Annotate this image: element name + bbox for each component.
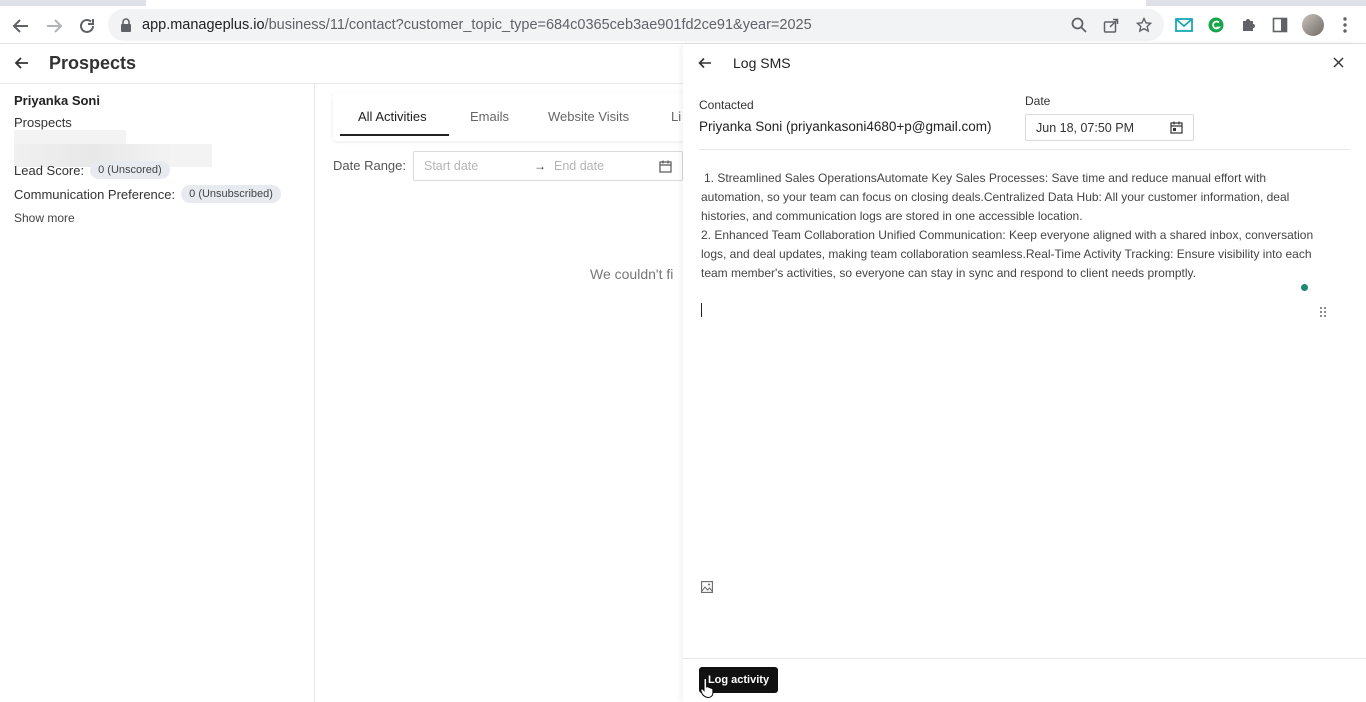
back-arrow-icon — [698, 57, 711, 69]
reload-icon — [80, 18, 94, 33]
text-caret — [701, 303, 702, 317]
browser-forward-button[interactable] — [43, 15, 65, 37]
contact-stage: Prospects — [14, 115, 72, 130]
forward-arrow-icon — [47, 19, 63, 33]
redacted-field — [14, 130, 126, 144]
activities-panel: All Activities Emails Website Visits Li … — [316, 84, 693, 702]
kebab-menu-icon[interactable] — [1336, 16, 1354, 34]
contacted-label: Contacted — [699, 98, 754, 112]
comm-pref-badge: 0 (Unsubscribed) — [181, 185, 281, 203]
close-button[interactable] — [1333, 57, 1344, 68]
range-arrow: → — [534, 159, 546, 173]
drag-handle-icon[interactable] — [1319, 306, 1327, 318]
avatar[interactable] — [1302, 14, 1324, 36]
share-icon[interactable] — [1102, 16, 1120, 34]
divider — [683, 658, 1366, 659]
date-range-picker[interactable]: Start date → End date — [413, 151, 683, 181]
status-dot — [1301, 284, 1308, 291]
image-icon[interactable] — [701, 581, 713, 593]
address-url: app.manageplus.io/business/11/contact?cu… — [142, 17, 812, 33]
tab-emails[interactable]: Emails — [470, 109, 509, 124]
address-bar[interactable]: app.manageplus.io/business/11/contact?cu… — [108, 9, 1164, 41]
sidepanel-icon[interactable] — [1271, 16, 1289, 34]
contact-name: Priyanka Soni — [14, 93, 100, 108]
lock-icon — [120, 18, 132, 32]
contact-panel: Priyanka Soni Prospects Lead Score: 0 (U… — [0, 84, 315, 702]
lead-score-badge: 0 (Unscored) — [90, 161, 170, 179]
hand-cursor-icon — [700, 678, 714, 698]
browser-toolbar: app.manageplus.io/business/11/contact?cu… — [0, 6, 1366, 44]
browser-back-button[interactable] — [10, 15, 32, 37]
page-back-button[interactable] — [14, 55, 30, 71]
page-header: Prospects — [0, 44, 683, 84]
date-value: Jun 18, 07:50 PM — [1036, 121, 1134, 135]
comm-pref-label: Communication Preference: — [14, 186, 176, 202]
divider — [699, 149, 1350, 150]
puzzle-icon[interactable] — [1239, 16, 1257, 34]
back-arrow-icon — [12, 19, 28, 33]
start-date-input[interactable]: Start date — [424, 159, 478, 173]
drawer-header: Log SMS — [683, 44, 1366, 84]
zoom-icon[interactable] — [1070, 16, 1088, 34]
end-date-input[interactable]: End date — [554, 159, 604, 173]
date-label: Date — [1025, 94, 1051, 108]
grammarly-icon[interactable] — [1207, 16, 1225, 34]
activity-tabs: All Activities Emails Website Visits Li — [333, 93, 693, 141]
page-title: Prospects — [49, 53, 137, 73]
log-sms-drawer: Log SMS Contacted Priyanka Soni (priyank… — [683, 44, 1366, 702]
empty-state-message: We couldn't fi — [590, 266, 674, 282]
drawer-back-button[interactable] — [698, 56, 712, 70]
calendar-icon — [1170, 121, 1183, 134]
date-range-label: Date Range: — [333, 158, 406, 173]
active-tab-indicator — [340, 134, 449, 136]
tab-all-activities[interactable]: All Activities — [358, 109, 427, 124]
comm-pref-row: Communication Preference: 0 (Unsubscribe… — [14, 185, 281, 203]
browser-reload-button[interactable] — [76, 15, 98, 37]
tab-website-visits[interactable]: Website Visits — [548, 109, 629, 124]
star-icon[interactable] — [1135, 16, 1153, 34]
back-arrow-icon — [14, 57, 28, 69]
date-picker[interactable]: Jun 18, 07:50 PM — [1025, 114, 1194, 141]
mail-extension-icon[interactable] — [1175, 16, 1193, 34]
contacted-value: Priyanka Soni (priyankasoni4680+p@gmail.… — [699, 119, 992, 134]
show-more-link[interactable]: Show more — [14, 211, 75, 225]
sms-paragraph: 1. Streamlined Sales OperationsAutomate … — [701, 171, 1290, 223]
sms-paragraph: 2. Enhanced Team Collaboration Unified C… — [701, 228, 1314, 280]
calendar-icon — [659, 160, 672, 173]
sms-body-editor[interactable]: 1. Streamlined Sales OperationsAutomate … — [701, 169, 1321, 283]
drawer-title: Log SMS — [733, 55, 791, 71]
lead-score-label: Lead Score: — [14, 162, 85, 178]
tab-li[interactable]: Li — [671, 109, 681, 124]
lead-score-row: Lead Score: 0 (Unscored) — [14, 161, 170, 179]
close-icon — [1333, 57, 1344, 68]
